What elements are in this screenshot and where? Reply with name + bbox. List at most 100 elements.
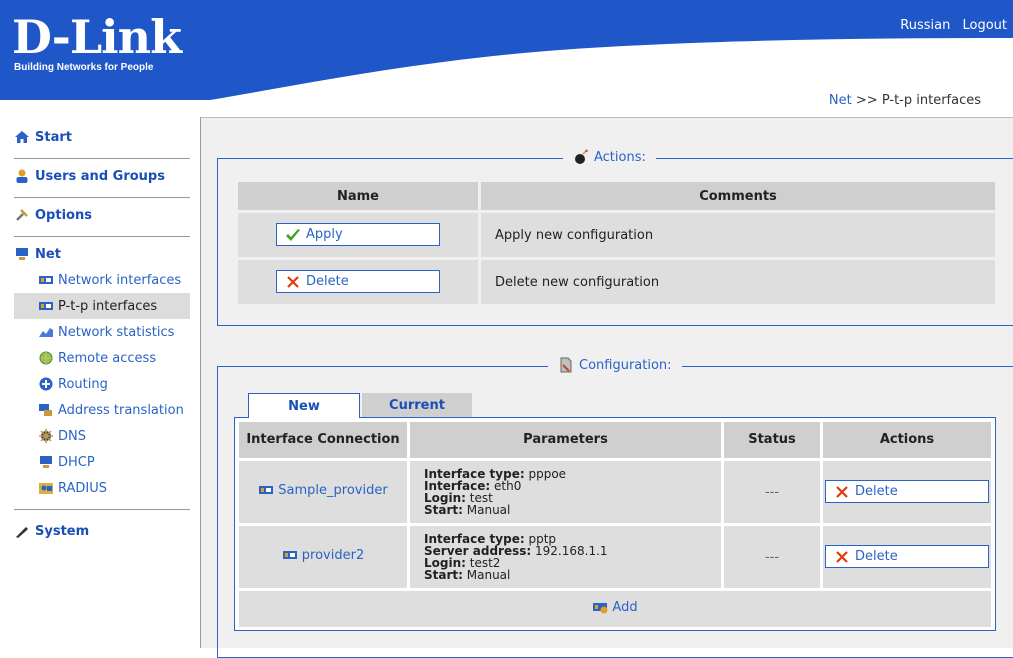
top-links: Russian Logout xyxy=(892,18,1007,33)
sidebar-item-label: Users and Groups xyxy=(35,168,165,184)
add-cell: Add xyxy=(239,591,991,627)
delete-connection-button[interactable]: Delete xyxy=(825,545,989,569)
apply-button[interactable]: Apply xyxy=(276,223,440,247)
config-tabs: New Current xyxy=(248,393,472,418)
checkmark-icon xyxy=(286,228,300,241)
sidebar-item-network-statistics[interactable]: Network statistics xyxy=(14,319,190,345)
sidebar-item-label: DHCP xyxy=(58,454,95,470)
sidebar-item-label: Network interfaces xyxy=(58,272,182,288)
table-header-row: Interface Connection Parameters Status A… xyxy=(239,422,991,458)
table-row: Delete Delete new configuration xyxy=(238,260,995,304)
logo-title: D-Link xyxy=(12,10,182,64)
column-header-parameters: Parameters xyxy=(410,422,721,458)
sidebar-item-address-translation[interactable]: Address translation xyxy=(14,397,190,423)
delete-config-button[interactable]: Delete xyxy=(276,270,440,294)
config-tab-panel: Interface Connection Parameters Status A… xyxy=(234,417,996,631)
language-link[interactable]: Russian xyxy=(900,18,950,33)
sidebar: Start Users and Groups Options Net Netwo… xyxy=(14,120,190,552)
connection-link-provider2[interactable]: provider2 xyxy=(282,547,364,563)
main-panel: Actions: Name Comments Apply Apply new c… xyxy=(201,117,1013,658)
actions-table: Name Comments Apply Apply new configurat… xyxy=(235,179,998,307)
sidebar-item-dns[interactable]: DNS xyxy=(14,423,190,449)
document-icon xyxy=(560,357,572,373)
param-value: 192.168.1.1 xyxy=(535,544,608,558)
cross-icon xyxy=(287,275,299,288)
configuration-legend: Configuration: xyxy=(548,357,682,373)
sidebar-item-net[interactable]: Net xyxy=(14,243,190,265)
radius-icon xyxy=(39,483,53,494)
connection-name: provider2 xyxy=(301,547,365,563)
sidebar-section-start: Start xyxy=(14,120,190,159)
button-label: Delete xyxy=(855,549,898,565)
sidebar-item-label: Address translation xyxy=(58,402,184,418)
sidebar-item-users-groups[interactable]: Users and Groups xyxy=(14,165,190,187)
sidebar-item-label: Remote access xyxy=(58,350,157,366)
sidebar-item-label: Routing xyxy=(58,376,108,392)
computer-icon xyxy=(16,248,28,260)
actions-cell: Delete xyxy=(823,461,991,523)
sidebar-item-start[interactable]: Start xyxy=(14,126,190,148)
breadcrumb-current: P-t-p interfaces xyxy=(881,93,981,108)
status-cell: --- xyxy=(724,526,820,588)
interface-cell: Sample_provider xyxy=(239,461,407,523)
column-header-actions: Actions xyxy=(823,422,991,458)
table-cell: Apply xyxy=(238,213,478,257)
sidebar-section-system: System xyxy=(14,510,190,552)
network-card-icon xyxy=(282,551,297,559)
tab-current[interactable]: Current xyxy=(362,393,472,417)
button-label: Delete xyxy=(306,274,349,290)
comment-cell: Delete new configuration xyxy=(481,260,995,304)
sidebar-item-radius[interactable]: RADIUS xyxy=(14,475,190,501)
sidebar-section-options: Options xyxy=(14,198,190,237)
tools-icon xyxy=(16,209,28,221)
column-header-name: Name xyxy=(238,182,478,210)
sidebar-section-users: Users and Groups xyxy=(14,159,190,198)
sidebar-item-label: System xyxy=(35,523,90,539)
actions-legend: Actions: xyxy=(563,149,656,165)
sidebar-item-dhcp[interactable]: DHCP xyxy=(14,449,190,475)
logout-link[interactable]: Logout xyxy=(962,18,1007,33)
param-value: eth0 xyxy=(494,479,522,493)
button-label: Apply xyxy=(306,227,343,243)
table-row: provider2 Interface type: pptp Server ad… xyxy=(239,526,991,588)
actions-fieldset: Actions: Name Comments Apply Apply new c… xyxy=(217,149,1013,326)
add-network-icon xyxy=(593,603,608,614)
sidebar-item-system[interactable]: System xyxy=(14,520,190,542)
actions-cell: Delete xyxy=(823,526,991,588)
sidebar-item-label: Start xyxy=(35,129,72,145)
tab-new[interactable]: New xyxy=(248,393,360,418)
breadcrumb: Net >> P-t-p interfaces xyxy=(829,93,981,108)
network-card-icon xyxy=(39,276,53,284)
connection-link-sample-provider[interactable]: Sample_provider xyxy=(258,482,388,498)
routing-icon xyxy=(39,377,53,391)
param-key: Start: xyxy=(424,503,463,517)
table-row: Sample_provider Interface type: pppoe In… xyxy=(239,461,991,523)
dlink-logo: D-Link Building Networks for People xyxy=(12,10,182,73)
sidebar-item-label: P-t-p interfaces xyxy=(58,298,158,314)
table-header-row: Name Comments xyxy=(238,182,995,210)
sidebar-item-options[interactable]: Options xyxy=(14,204,190,226)
add-connection-link[interactable]: Add xyxy=(592,599,638,615)
add-label: Add xyxy=(612,599,638,615)
dhcp-icon xyxy=(40,456,52,468)
delete-connection-button[interactable]: Delete xyxy=(825,480,989,504)
configuration-fieldset: Configuration: New Current Interface Con… xyxy=(217,357,1013,658)
sidebar-item-routing[interactable]: Routing xyxy=(14,371,190,397)
sidebar-item-network-interfaces[interactable]: Network interfaces xyxy=(14,267,190,293)
sidebar-section-net: Net Network interfaces P-t-p interfaces … xyxy=(14,237,190,510)
param-value: Manual xyxy=(466,568,511,582)
bomb-icon xyxy=(575,149,588,164)
param-value: Manual xyxy=(466,503,511,517)
breadcrumb-net-link[interactable]: Net xyxy=(829,93,852,108)
sidebar-item-ptp-interfaces[interactable]: P-t-p interfaces xyxy=(14,293,190,319)
interface-cell: provider2 xyxy=(239,526,407,588)
header-bar: D-Link Building Networks for People Russ… xyxy=(0,0,1013,100)
table-row: Apply Apply new configuration xyxy=(238,213,995,257)
table-row-add: Add xyxy=(239,591,991,627)
table-cell: Delete xyxy=(238,260,478,304)
translate-icon xyxy=(39,404,52,416)
sidebar-item-label: Network statistics xyxy=(58,324,175,340)
sidebar-item-remote-access[interactable]: Remote access xyxy=(14,345,190,371)
users-icon xyxy=(16,169,28,183)
home-icon xyxy=(15,131,29,143)
